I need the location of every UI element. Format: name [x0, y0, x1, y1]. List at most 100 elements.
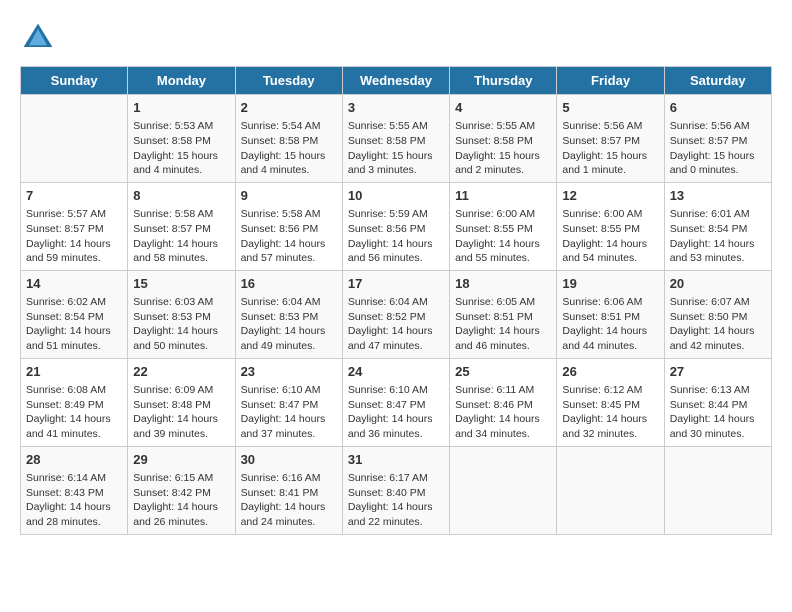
day-info: Sunrise: 6:10 AM Sunset: 8:47 PM Dayligh… — [241, 383, 337, 442]
calendar-week-row: 14 Sunrise: 6:02 AM Sunset: 8:54 PM Dayli… — [21, 270, 772, 358]
day-info: Sunrise: 6:11 AM Sunset: 8:46 PM Dayligh… — [455, 383, 551, 442]
day-info: Sunrise: 6:14 AM Sunset: 8:43 PM Dayligh… — [26, 471, 122, 530]
calendar-cell: 1 Sunrise: 5:53 AM Sunset: 8:58 PM Daylig… — [128, 95, 235, 183]
day-info: Sunrise: 5:58 AM Sunset: 8:57 PM Dayligh… — [133, 207, 229, 266]
calendar-cell: 5 Sunrise: 5:56 AM Sunset: 8:57 PM Daylig… — [557, 95, 664, 183]
day-number: 26 — [562, 363, 658, 381]
calendar-week-row: 28Sunrise: 6:14 AM Sunset: 8:43 PM Dayli… — [21, 446, 772, 534]
day-info: Sunrise: 6:00 AM Sunset: 8:55 PM Dayligh… — [562, 207, 658, 266]
day-number: 25 — [455, 363, 551, 381]
weekday-header-monday: Monday — [128, 67, 235, 95]
weekday-header-thursday: Thursday — [450, 67, 557, 95]
calendar-cell: 30 Sunrise: 6:16 AM Sunset: 8:41 PM Dayli… — [235, 446, 342, 534]
calendar-cell: 25 Sunrise: 6:11 AM Sunset: 8:46 PM Dayli… — [450, 358, 557, 446]
day-number: 31 — [348, 451, 444, 469]
day-number: 24 — [348, 363, 444, 381]
day-info: Sunrise: 5:59 AM Sunset: 8:56 PM Dayligh… — [348, 207, 444, 266]
day-info: Sunrise: 5:56 AM Sunset: 8:57 PM Dayligh… — [670, 119, 766, 178]
day-number: 9 — [241, 187, 337, 205]
day-info: Sunrise: 5:55 AM Sunset: 8:58 PM Dayligh… — [455, 119, 551, 178]
day-info: Sunrise: 5:55 AM Sunset: 8:58 PM Dayligh… — [348, 119, 444, 178]
day-info: Sunrise: 5:56 AM Sunset: 8:57 PM Dayligh… — [562, 119, 658, 178]
day-number: 4 — [455, 99, 551, 117]
calendar-week-row: 21Sunrise: 6:08 AM Sunset: 8:49 PM Dayli… — [21, 358, 772, 446]
day-number: 6 — [670, 99, 766, 117]
calendar-cell: 27 Sunrise: 6:13 AM Sunset: 8:44 PM Dayli… — [664, 358, 771, 446]
day-info: Sunrise: 6:16 AM Sunset: 8:41 PM Dayligh… — [241, 471, 337, 530]
calendar-cell: 31 Sunrise: 6:17 AM Sunset: 8:40 PM Dayli… — [342, 446, 449, 534]
calendar-cell: 16 Sunrise: 6:04 AM Sunset: 8:53 PM Dayli… — [235, 270, 342, 358]
calendar-table: SundayMondayTuesdayWednesdayThursdayFrid… — [20, 66, 772, 535]
calendar-cell: 22Sunrise: 6:09 AM Sunset: 8:48 PM Dayli… — [128, 358, 235, 446]
calendar-cell: 2Sunrise: 5:54 AM Sunset: 8:58 PM Daylig… — [235, 95, 342, 183]
calendar-cell: 3 Sunrise: 5:55 AM Sunset: 8:58 PM Daylig… — [342, 95, 449, 183]
day-number: 22 — [133, 363, 229, 381]
calendar-cell — [21, 95, 128, 183]
logo — [20, 20, 60, 56]
calendar-cell — [557, 446, 664, 534]
calendar-cell: 21Sunrise: 6:08 AM Sunset: 8:49 PM Dayli… — [21, 358, 128, 446]
calendar-cell: 10Sunrise: 5:59 AM Sunset: 8:56 PM Dayli… — [342, 182, 449, 270]
day-info: Sunrise: 6:10 AM Sunset: 8:47 PM Dayligh… — [348, 383, 444, 442]
calendar-cell: 24 Sunrise: 6:10 AM Sunset: 8:47 PM Dayli… — [342, 358, 449, 446]
day-info: Sunrise: 6:08 AM Sunset: 8:49 PM Dayligh… — [26, 383, 122, 442]
day-info: Sunrise: 6:00 AM Sunset: 8:55 PM Dayligh… — [455, 207, 551, 266]
day-number: 19 — [562, 275, 658, 293]
day-number: 12 — [562, 187, 658, 205]
calendar-cell: 12 Sunrise: 6:00 AM Sunset: 8:55 PM Dayli… — [557, 182, 664, 270]
day-info: Sunrise: 6:07 AM Sunset: 8:50 PM Dayligh… — [670, 295, 766, 354]
day-number: 16 — [241, 275, 337, 293]
calendar-cell: 9 Sunrise: 5:58 AM Sunset: 8:56 PM Daylig… — [235, 182, 342, 270]
calendar-cell: 13Sunrise: 6:01 AM Sunset: 8:54 PM Dayli… — [664, 182, 771, 270]
weekday-header-wednesday: Wednesday — [342, 67, 449, 95]
calendar-week-row: 1 Sunrise: 5:53 AM Sunset: 8:58 PM Daylig… — [21, 95, 772, 183]
weekday-header-friday: Friday — [557, 67, 664, 95]
day-number: 8 — [133, 187, 229, 205]
calendar-week-row: 7 Sunrise: 5:57 AM Sunset: 8:57 PM Daylig… — [21, 182, 772, 270]
day-number: 15 — [133, 275, 229, 293]
day-number: 30 — [241, 451, 337, 469]
day-number: 27 — [670, 363, 766, 381]
weekday-header-saturday: Saturday — [664, 67, 771, 95]
calendar-cell: 4 Sunrise: 5:55 AM Sunset: 8:58 PM Daylig… — [450, 95, 557, 183]
day-info: Sunrise: 6:05 AM Sunset: 8:51 PM Dayligh… — [455, 295, 551, 354]
day-number: 7 — [26, 187, 122, 205]
day-info: Sunrise: 6:12 AM Sunset: 8:45 PM Dayligh… — [562, 383, 658, 442]
calendar-cell: 17 Sunrise: 6:04 AM Sunset: 8:52 PM Dayli… — [342, 270, 449, 358]
day-info: Sunrise: 5:58 AM Sunset: 8:56 PM Dayligh… — [241, 207, 337, 266]
day-info: Sunrise: 5:57 AM Sunset: 8:57 PM Dayligh… — [26, 207, 122, 266]
day-number: 17 — [348, 275, 444, 293]
calendar-cell: 26 Sunrise: 6:12 AM Sunset: 8:45 PM Dayli… — [557, 358, 664, 446]
day-info: Sunrise: 5:53 AM Sunset: 8:58 PM Dayligh… — [133, 119, 229, 178]
calendar-cell: 7 Sunrise: 5:57 AM Sunset: 8:57 PM Daylig… — [21, 182, 128, 270]
weekday-header-sunday: Sunday — [21, 67, 128, 95]
calendar-cell — [450, 446, 557, 534]
day-info: Sunrise: 6:02 AM Sunset: 8:54 PM Dayligh… — [26, 295, 122, 354]
day-info: Sunrise: 6:06 AM Sunset: 8:51 PM Dayligh… — [562, 295, 658, 354]
calendar-cell: 20 Sunrise: 6:07 AM Sunset: 8:50 PM Dayli… — [664, 270, 771, 358]
calendar-cell: 18 Sunrise: 6:05 AM Sunset: 8:51 PM Dayli… — [450, 270, 557, 358]
day-number: 29 — [133, 451, 229, 469]
day-number: 5 — [562, 99, 658, 117]
day-number: 3 — [348, 99, 444, 117]
calendar-cell: 11 Sunrise: 6:00 AM Sunset: 8:55 PM Dayli… — [450, 182, 557, 270]
day-number: 20 — [670, 275, 766, 293]
day-info: Sunrise: 6:04 AM Sunset: 8:52 PM Dayligh… — [348, 295, 444, 354]
day-info: Sunrise: 6:17 AM Sunset: 8:40 PM Dayligh… — [348, 471, 444, 530]
day-info: Sunrise: 6:15 AM Sunset: 8:42 PM Dayligh… — [133, 471, 229, 530]
calendar-cell: 28Sunrise: 6:14 AM Sunset: 8:43 PM Dayli… — [21, 446, 128, 534]
day-number: 1 — [133, 99, 229, 117]
calendar-cell — [664, 446, 771, 534]
day-info: Sunrise: 6:01 AM Sunset: 8:54 PM Dayligh… — [670, 207, 766, 266]
day-info: Sunrise: 6:13 AM Sunset: 8:44 PM Dayligh… — [670, 383, 766, 442]
day-number: 11 — [455, 187, 551, 205]
day-info: Sunrise: 6:04 AM Sunset: 8:53 PM Dayligh… — [241, 295, 337, 354]
day-number: 18 — [455, 275, 551, 293]
weekday-header-tuesday: Tuesday — [235, 67, 342, 95]
day-number: 23 — [241, 363, 337, 381]
header — [20, 20, 772, 56]
calendar-cell: 15Sunrise: 6:03 AM Sunset: 8:53 PM Dayli… — [128, 270, 235, 358]
calendar-cell: 14 Sunrise: 6:02 AM Sunset: 8:54 PM Dayli… — [21, 270, 128, 358]
day-number: 14 — [26, 275, 122, 293]
calendar-cell: 29 Sunrise: 6:15 AM Sunset: 8:42 PM Dayli… — [128, 446, 235, 534]
